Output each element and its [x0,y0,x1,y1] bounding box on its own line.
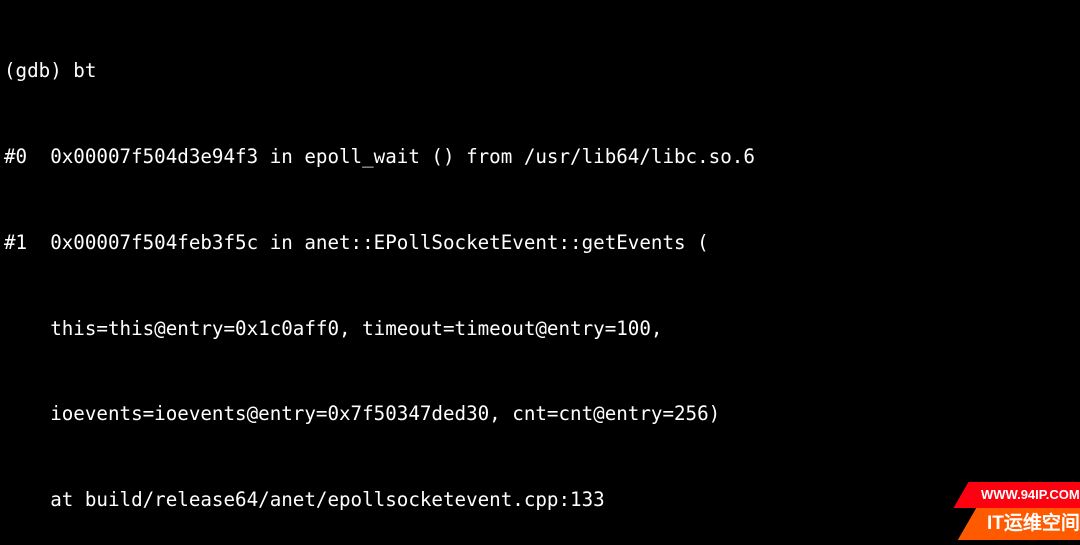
terminal-line: #0 0x00007f504d3e94f3 in epoll_wait () f… [4,143,1076,172]
terminal-line: (gdb) bt [4,57,1076,86]
gdb-terminal[interactable]: (gdb) bt #0 0x00007f504d3e94f3 in epoll_… [0,0,1080,545]
terminal-line: this=this@entry=0x1c0aff0, timeout=timeo… [4,315,1076,344]
terminal-line: #1 0x00007f504feb3f5c in anet::EPollSock… [4,229,1076,258]
watermark-label: IT运维空间 [987,508,1080,540]
watermark-label-ribbon: IT运维空间 [958,508,1080,540]
watermark-url-ribbon: WWW.94IP.COM [954,482,1080,508]
terminal-line: at build/release64/anet/epollsocketevent… [4,486,1076,515]
watermark-url: WWW.94IP.COM [981,482,1080,508]
terminal-line: ioevents=ioevents@entry=0x7f50347ded30, … [4,400,1076,429]
